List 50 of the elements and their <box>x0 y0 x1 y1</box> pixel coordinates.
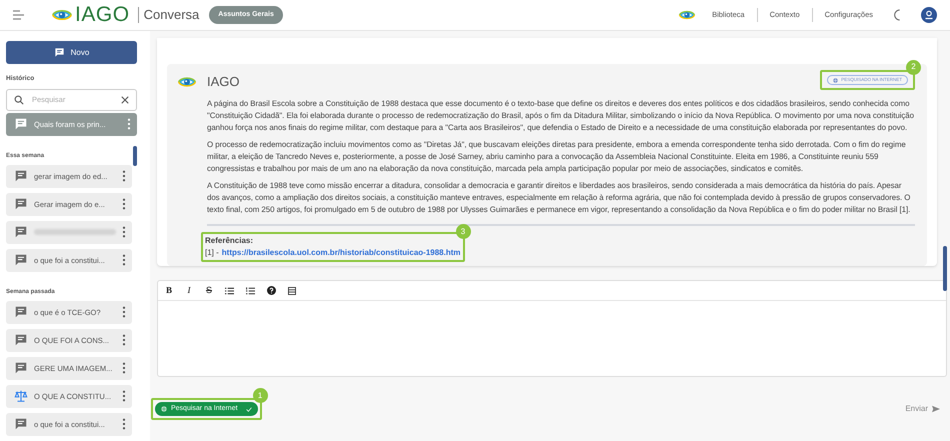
chat-icon <box>14 361 28 376</box>
chat-icon <box>14 197 28 212</box>
more-icon <box>122 362 126 374</box>
callout-number: 3 <box>456 224 470 239</box>
numbered-list-icon[interactable] <box>246 286 255 294</box>
more-icon <box>122 198 126 210</box>
italic-button[interactable]: I <box>185 284 193 298</box>
more-icon <box>122 390 126 402</box>
references-title: Referências: <box>205 235 254 247</box>
bold-button[interactable]: B <box>165 284 173 298</box>
chat-icon <box>14 417 28 432</box>
scrollbar-thumb[interactable] <box>133 146 137 166</box>
chat-icon <box>14 225 28 240</box>
menu-icon <box>13 10 25 20</box>
clear-icon <box>121 96 129 104</box>
globe-icon <box>833 78 838 82</box>
message-editor[interactable]: B I S <box>157 280 947 377</box>
globe-icon <box>161 406 167 412</box>
chat-icon <box>14 117 28 132</box>
more-icon <box>122 170 126 182</box>
callout-number: 1 <box>252 388 268 403</box>
reference-link[interactable]: https://brasilescola.uol.com.br/historiab/constituicao-1988.htm <box>222 247 460 259</box>
scrollbar-thumb[interactable] <box>943 246 947 291</box>
history-item[interactable] <box>6 220 132 244</box>
bullet-list-icon[interactable] <box>225 286 234 294</box>
reference-number: [1] - <box>205 247 219 259</box>
more-icon <box>122 418 126 430</box>
assistant-name: IAGO <box>207 73 240 92</box>
section-title: Conversa <box>144 6 200 24</box>
new-chat-button[interactable]: Novo <box>6 41 137 64</box>
chat-icon <box>14 253 28 268</box>
scale-icon <box>14 389 28 404</box>
callout-number: 2 <box>906 60 921 75</box>
check-icon <box>246 406 252 412</box>
chat-icon <box>54 47 65 58</box>
brand-name: IAGO <box>75 2 130 28</box>
send-icon <box>932 405 940 413</box>
chat-icon <box>14 305 28 320</box>
more-icon <box>122 226 126 238</box>
strike-button[interactable]: S <box>205 284 213 298</box>
help-icon[interactable] <box>267 286 276 295</box>
more-icon <box>122 334 126 346</box>
more-icon <box>127 118 131 130</box>
chat-icon <box>14 169 28 184</box>
more-icon <box>122 254 126 266</box>
more-icon <box>122 306 126 318</box>
user-avatar-icon <box>921 7 937 23</box>
table-icon[interactable] <box>288 286 296 294</box>
search-icon <box>14 94 24 105</box>
chat-icon <box>14 333 28 348</box>
